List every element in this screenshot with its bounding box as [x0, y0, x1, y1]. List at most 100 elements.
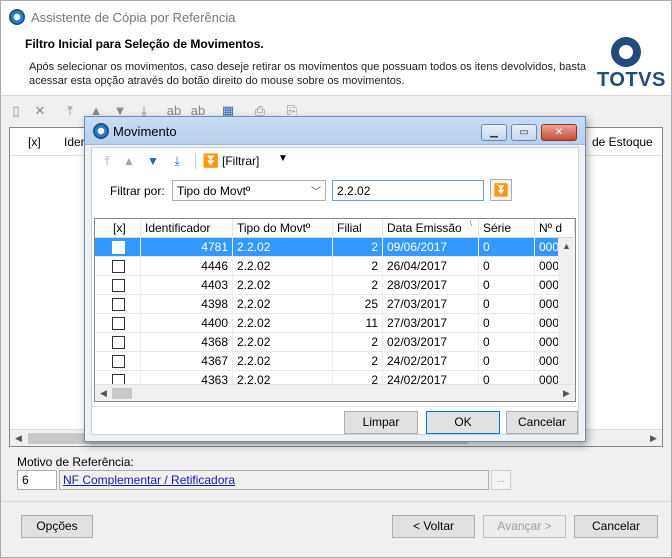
col-numero-header[interactable]: Nº d [535, 219, 575, 238]
col-filial-header[interactable]: Filial [333, 219, 383, 238]
app-icon [9, 9, 25, 25]
table-row[interactable]: 4781 2.2.02 2 09/06/2017 0 0001 [95, 238, 575, 257]
motivo-code-field[interactable]: 6 [17, 470, 57, 490]
new-icon[interactable]: ▯ [7, 101, 25, 121]
row-checkbox-cell[interactable] [95, 276, 141, 295]
filter-icon: ⏬ [493, 183, 509, 197]
row-checkbox[interactable] [112, 260, 125, 273]
previous-record-icon[interactable]: ▲ [120, 152, 138, 170]
cell-identificador: 4781 [141, 238, 233, 257]
scroll-right-icon[interactable]: ▶ [558, 385, 575, 401]
cell-serie: 0 [479, 314, 535, 333]
row-checkbox[interactable] [112, 317, 125, 330]
cell-identificador: 4368 [141, 333, 233, 352]
cell-identificador: 4403 [141, 276, 233, 295]
row-checkbox[interactable] [112, 355, 125, 368]
col-identificador-header[interactable]: Identificador [141, 219, 233, 238]
scroll-up-icon[interactable]: ▲ [558, 238, 575, 255]
header-description: Após selecionar os movimentos, caso dese… [29, 61, 587, 87]
dialog-cancelar-button[interactable]: Cancelar [506, 411, 578, 434]
table-row[interactable]: 4367 2.2.02 2 24/02/2017 0 0000 [95, 352, 575, 371]
cell-filial: 2 [333, 257, 383, 276]
row-checkbox-cell[interactable] [95, 295, 141, 314]
motivo-label: Motivo de Referência: [17, 455, 134, 469]
cell-data: 02/03/2017 [383, 333, 479, 352]
table-row[interactable]: 4398 2.2.02 25 27/03/2017 0 0001 [95, 295, 575, 314]
col-check-header[interactable]: [x] [28, 135, 41, 149]
opcoes-button[interactable]: Opções [21, 515, 93, 538]
row-checkbox[interactable] [112, 298, 125, 311]
last-record-icon[interactable]: ⤓ [168, 152, 186, 170]
col-tipo-header[interactable]: Tipo do Movtº [233, 219, 333, 238]
col-check-header[interactable]: [x] [95, 219, 141, 238]
table-row[interactable]: 4368 2.2.02 2 02/03/2017 0 0000 [95, 333, 575, 352]
limpar-button[interactable]: Limpar [344, 411, 418, 434]
wizard-header: Filtro Inicial para Seleção de Movimento… [1, 31, 671, 95]
col-serie-header[interactable]: Série [479, 219, 535, 238]
movimento-grid[interactable]: [x] Identificador Tipo do Movtº Filial D… [94, 218, 576, 402]
header-divider [1, 95, 671, 96]
filter-field-value: Tipo do Movtº [177, 184, 251, 198]
move-first-icon[interactable]: ⤒ [61, 101, 79, 121]
cell-tipo: 2.2.02 [233, 276, 333, 295]
next-record-icon[interactable]: ▼ [144, 152, 162, 170]
scroll-right-icon[interactable]: ▶ [645, 430, 662, 447]
row-checkbox-cell[interactable] [95, 238, 141, 257]
footer-divider [1, 501, 671, 502]
table-row[interactable]: 4403 2.2.02 2 28/03/2017 0 0001 [95, 276, 575, 295]
cell-serie: 0 [479, 238, 535, 257]
delete-icon[interactable]: ✕ [31, 101, 49, 121]
col-estoque-header[interactable]: de Estoque [592, 135, 653, 149]
motivo-lookup-button[interactable]: ... [491, 470, 511, 490]
row-checkbox-cell[interactable] [95, 352, 141, 371]
movimento-grid-vscrollbar[interactable]: ▲ ▼ [558, 238, 575, 401]
cell-serie: 0 [479, 257, 535, 276]
cell-serie: 0 [479, 333, 535, 352]
minimize-icon[interactable]: ▁ [481, 124, 507, 141]
cell-tipo: 2.2.02 [233, 352, 333, 371]
movimento-grid-header: [x] Identificador Tipo do Movtº Filial D… [95, 219, 575, 238]
filter-funnel-icon[interactable]: ⏬ [202, 152, 220, 170]
cancelar-button[interactable]: Cancelar [574, 515, 658, 538]
row-checkbox[interactable] [112, 279, 125, 292]
filter-value-input[interactable]: 2.2.02 [332, 180, 484, 201]
cell-tipo: 2.2.02 [233, 314, 333, 333]
cell-filial: 2 [333, 352, 383, 371]
close-icon[interactable]: ✕ [541, 124, 577, 141]
cell-filial: 11 [333, 314, 383, 333]
totvs-logo-icon [611, 37, 641, 67]
filter-field-select[interactable]: Tipo do Movtº ﹀ [172, 180, 326, 201]
cell-data: 09/06/2017 [383, 238, 479, 257]
scroll-left-icon[interactable]: ◀ [10, 430, 27, 447]
cell-serie: 0 [479, 352, 535, 371]
col-data-header[interactable]: Data Emissão \ [383, 219, 479, 238]
table-row[interactable]: 4446 2.2.02 2 26/04/2017 0 0001 [95, 257, 575, 276]
scroll-left-icon[interactable]: ◀ [95, 385, 112, 401]
filtrar-dropdown-icon[interactable]: ▼ [278, 153, 288, 164]
table-row[interactable]: 4400 2.2.02 11 27/03/2017 0 0001 [95, 314, 575, 333]
dialog-body: ⤒ ▲ ▼ ⤓ ⏬ [Filtrar] ▼ Filtrar por: Tipo … [91, 147, 579, 435]
row-checkbox-cell[interactable] [95, 314, 141, 333]
first-record-icon[interactable]: ⤒ [98, 152, 116, 170]
hscroll-thumb[interactable] [112, 388, 132, 399]
apply-filter-button[interactable]: ⏬ [490, 179, 512, 201]
motivo-description-link[interactable]: NF Complementar / Retificadora [59, 470, 489, 490]
cell-identificador: 4367 [141, 352, 233, 371]
cell-data: 24/02/2017 [383, 352, 479, 371]
row-checkbox-cell[interactable] [95, 257, 141, 276]
row-checkbox[interactable] [112, 336, 125, 349]
cell-identificador: 4398 [141, 295, 233, 314]
ok-button[interactable]: OK [426, 411, 500, 434]
chevron-down-icon: ﹀ [311, 187, 321, 198]
cell-filial: 25 [333, 295, 383, 314]
voltar-button[interactable]: < Voltar [392, 515, 475, 538]
filtrar-button[interactable]: [Filtrar] [222, 154, 259, 168]
row-checkbox[interactable] [112, 241, 125, 254]
maximize-icon[interactable]: ▭ [511, 124, 537, 141]
row-checkbox-cell[interactable] [95, 333, 141, 352]
avancar-button[interactable]: Avançar > [483, 515, 566, 538]
sort-indicator-icon: \ [469, 219, 472, 228]
movimento-grid-hscrollbar[interactable]: ◀ ▶ [95, 384, 575, 401]
wizard-titlebar: Assistente de Cópia por Referência [1, 1, 671, 31]
totvs-logo: TOTVS [597, 37, 665, 91]
